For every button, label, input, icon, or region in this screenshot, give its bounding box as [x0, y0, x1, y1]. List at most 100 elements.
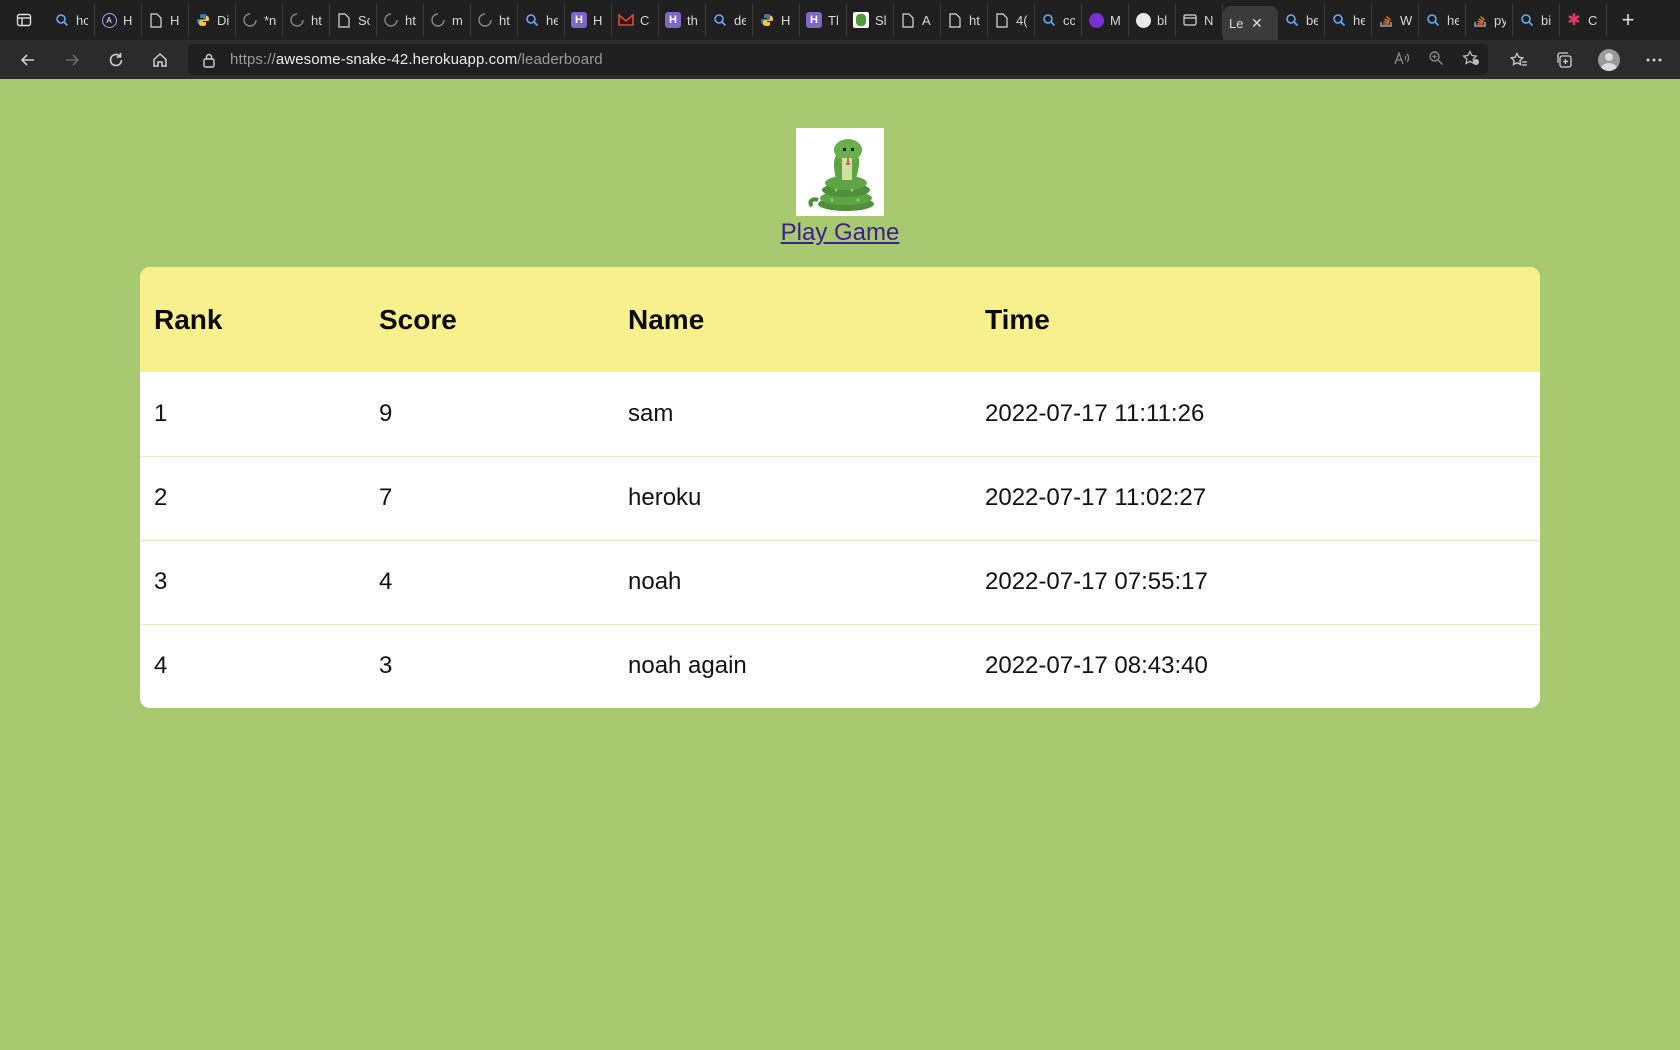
tab[interactable]: Sc — [330, 4, 377, 36]
browser-toolbar: https://awesome-snake-42.herokuapp.com/l… — [0, 40, 1680, 79]
zoom-icon[interactable] — [1428, 50, 1444, 70]
tab[interactable]: ✱ C — [1560, 4, 1607, 36]
loading-icon — [242, 12, 258, 28]
favorites-icon[interactable] — [1496, 42, 1541, 78]
tab-title: H — [123, 12, 133, 28]
cell-name: noah — [628, 568, 682, 595]
search-icon — [1425, 12, 1441, 28]
tab[interactable]: cc — [1035, 4, 1082, 36]
search-icon — [1284, 12, 1300, 28]
loading-icon — [383, 12, 399, 28]
page-icon — [148, 12, 164, 28]
new-tab-button[interactable]: + — [1611, 3, 1645, 37]
tab[interactable]: M — [1082, 4, 1129, 36]
tab-title: Le — [1229, 15, 1244, 31]
tab-active[interactable]: Le ✕ — [1223, 6, 1278, 40]
tab[interactable]: ht — [471, 4, 518, 36]
tab-title: py — [1494, 12, 1506, 28]
tab[interactable]: be — [1278, 4, 1325, 36]
tab[interactable]: A — [894, 4, 941, 36]
tab[interactable]: he — [518, 4, 565, 36]
tab[interactable]: ht — [377, 4, 424, 36]
tab[interactable]: N — [1176, 4, 1223, 36]
page-icon — [947, 12, 963, 28]
header-score: Score — [379, 303, 457, 335]
stack-icon — [1378, 12, 1394, 28]
cell-score: 9 — [379, 399, 393, 427]
tab[interactable]: HH — [565, 4, 612, 36]
cell-rank: 2 — [154, 484, 168, 511]
tab[interactable]: H — [753, 4, 800, 36]
back-icon[interactable] — [6, 42, 50, 78]
tab-title: bl — [1157, 12, 1168, 28]
home-icon[interactable] — [138, 42, 182, 78]
tab[interactable]: he — [1325, 4, 1372, 36]
shield-icon — [1088, 12, 1104, 28]
toolbar-right — [1496, 40, 1680, 79]
table-row: 3 4 noah 2022-07-17 07:55:17 — [140, 540, 1540, 624]
forward-icon[interactable] — [50, 42, 94, 78]
tab[interactable]: Hth — [659, 4, 706, 36]
add-favorite-icon[interactable] — [1462, 49, 1480, 70]
tab-title: A — [922, 12, 931, 28]
table-row: 1 9 sam 2022-07-17 11:11:26 — [140, 372, 1540, 456]
address-bar-actions — [1394, 44, 1480, 75]
tab[interactable]: AH — [95, 4, 142, 36]
tab-list: hcAHHDi*nhtSchtmhtheHHCHthdeHHTlSlAht4(c… — [48, 0, 1607, 40]
collections-icon[interactable] — [1541, 42, 1586, 78]
address-bar[interactable]: https://awesome-snake-42.herokuapp.com/l… — [188, 44, 1488, 75]
tab-title: cc — [1063, 12, 1075, 28]
tab[interactable]: H Tl — [800, 4, 847, 36]
window-icon — [1182, 12, 1198, 28]
table-header-row: Rank Score Name Time — [140, 267, 1540, 372]
tab-title: be — [1306, 12, 1318, 28]
cell-name: heroku — [628, 484, 702, 511]
tab[interactable]: de — [706, 4, 753, 36]
tab[interactable]: bl — [1129, 4, 1176, 36]
read-aloud-icon[interactable] — [1394, 50, 1410, 69]
tab[interactable]: 4( — [988, 4, 1035, 36]
url-text: https://awesome-snake-42.herokuapp.com/l… — [230, 51, 603, 68]
search-icon — [1041, 12, 1057, 28]
tab[interactable]: *n — [236, 4, 283, 36]
python-icon — [195, 12, 211, 28]
tab[interactable]: C — [612, 4, 659, 36]
tab[interactable]: ht — [941, 4, 988, 36]
header-rank: Rank — [154, 303, 223, 335]
refresh-icon[interactable] — [94, 42, 138, 78]
url-host: awesome-snake-42.herokuapp.com — [275, 51, 518, 68]
search-icon — [524, 12, 540, 28]
tab-title: Sl — [875, 12, 887, 28]
tab[interactable]: he — [1419, 4, 1466, 36]
tab[interactable]: Di — [189, 4, 236, 36]
app-icon: A — [101, 12, 117, 28]
url-prefix: https:// — [230, 51, 276, 68]
more-menu-icon[interactable] — [1631, 42, 1676, 78]
snake-logo — [796, 128, 884, 216]
tab-title: Di — [217, 12, 229, 28]
lock-icon[interactable] — [202, 52, 218, 68]
tab-title: C — [1588, 12, 1598, 28]
leaderboard-page: Play Game Rank Score Name Time 1 9 sam 2… — [0, 79, 1680, 1050]
tab-actions-icon[interactable] — [0, 0, 48, 40]
heroku-icon: H — [806, 12, 822, 28]
python-icon — [759, 12, 775, 28]
close-tab-icon[interactable]: ✕ — [1251, 15, 1263, 32]
tab[interactable]: H — [142, 4, 189, 36]
tab[interactable]: Sl — [847, 4, 894, 36]
tab[interactable]: py — [1466, 4, 1513, 36]
tab-title: hc — [76, 12, 88, 28]
header-name: Name — [628, 303, 705, 335]
tab[interactable]: W — [1372, 4, 1419, 36]
tab[interactable]: bi — [1513, 4, 1560, 36]
tab[interactable]: m — [424, 4, 471, 36]
tab-title: ht — [969, 12, 980, 28]
cell-time: 2022-07-17 11:11:26 — [985, 399, 1205, 427]
tab[interactable]: ht — [283, 4, 330, 36]
heroku-icon: H — [665, 12, 681, 28]
gmail-icon — [618, 12, 634, 28]
profile-button[interactable] — [1586, 42, 1631, 78]
search-icon — [1331, 12, 1347, 28]
tab[interactable]: hc — [48, 4, 95, 36]
play-game-link[interactable]: Play Game — [0, 219, 1680, 247]
